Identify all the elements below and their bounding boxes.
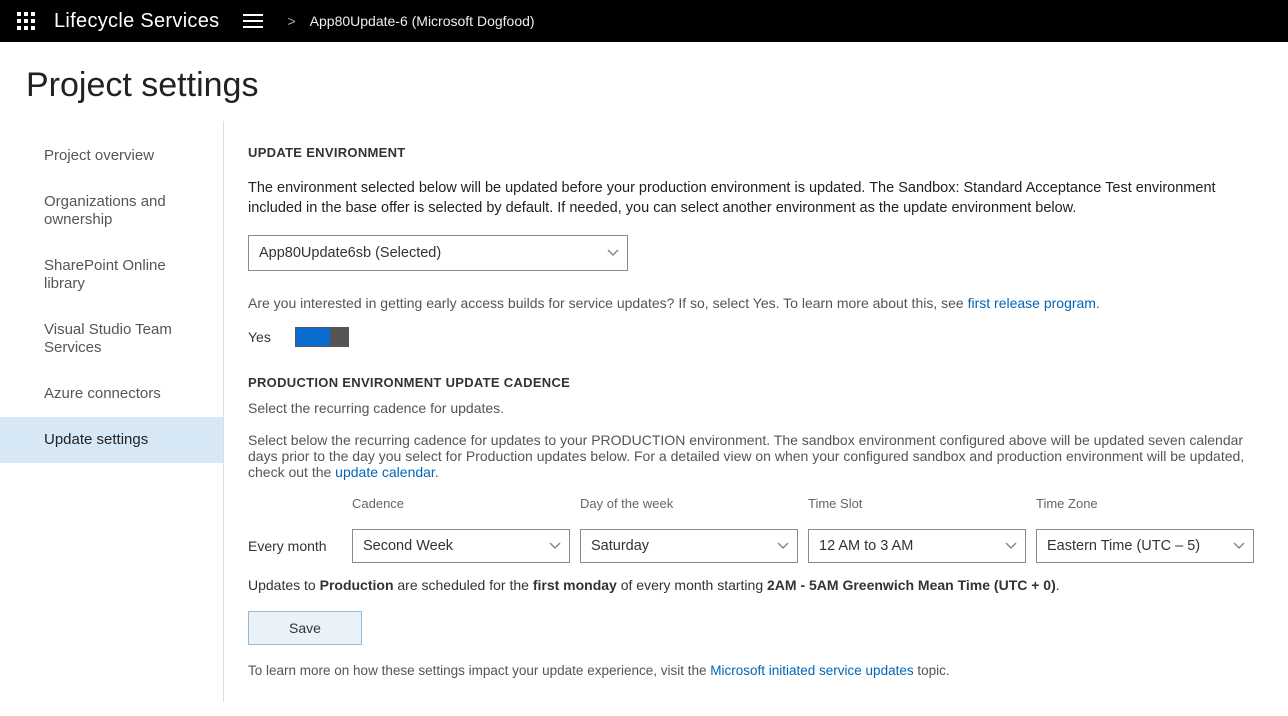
breadcrumb-separator: > <box>287 13 295 29</box>
chevron-down-icon <box>1233 542 1245 550</box>
timeslot-label: Time Slot <box>808 496 1026 511</box>
toggle-knob <box>296 328 330 346</box>
day-select[interactable]: Saturday <box>580 529 798 563</box>
chevron-down-icon <box>549 542 561 550</box>
footer-note: To learn more on how these settings impa… <box>248 663 1264 678</box>
environment-select-value: App80Update6sb (Selected) <box>259 245 441 261</box>
timeslot-select[interactable]: 12 AM to 3 AM <box>808 529 1026 563</box>
sidebar-item-vsts[interactable]: Visual Studio Team Services <box>0 307 223 371</box>
hamburger-button[interactable] <box>237 5 269 37</box>
sidebar-item-sharepoint[interactable]: SharePoint Online library <box>0 243 223 307</box>
page-title: Project settings <box>0 42 1288 121</box>
cadence-labels-row: Cadence Day of the week Time Slot Time Z… <box>248 496 1264 515</box>
sidebar-item-update-settings[interactable]: Update settings <box>0 417 223 463</box>
timezone-value: Eastern Time (UTC – 5) <box>1047 538 1200 554</box>
cadence-intro: Select the recurring cadence for updates… <box>248 400 1264 416</box>
environment-select[interactable]: App80Update6sb (Selected) <box>248 235 628 271</box>
app-title: Lifecycle Services <box>54 10 219 33</box>
waffle-icon <box>17 12 35 30</box>
toggle-label: Yes <box>248 329 271 345</box>
chevron-down-icon <box>777 542 789 550</box>
sidebar-item-organizations[interactable]: Organizations and ownership <box>0 179 223 243</box>
main-content: UPDATE ENVIRONMENT The environment selec… <box>224 121 1288 702</box>
sidebar: Project overview Organizations and owner… <box>0 121 224 702</box>
early-access-text: Are you interested in getting early acce… <box>248 295 1264 311</box>
cadence-select[interactable]: Second Week <box>352 529 570 563</box>
app-launcher-button[interactable] <box>10 5 42 37</box>
hamburger-icon <box>243 14 263 28</box>
timeslot-value: 12 AM to 3 AM <box>819 538 913 554</box>
cadence-value: Second Week <box>363 538 453 554</box>
section-head-cadence: PRODUCTION ENVIRONMENT UPDATE CADENCE <box>248 375 1264 390</box>
day-value: Saturday <box>591 538 649 554</box>
early-access-toggle[interactable] <box>295 327 349 347</box>
timezone-label: Time Zone <box>1036 496 1254 511</box>
day-label: Day of the week <box>580 496 798 511</box>
cadence-selectors-row: Every month Second Week Saturday 12 AM t… <box>248 529 1264 563</box>
breadcrumb-project[interactable]: App80Update-6 (Microsoft Dogfood) <box>310 13 535 29</box>
cadence-label: Cadence <box>352 496 570 511</box>
service-updates-link[interactable]: Microsoft initiated service updates <box>710 663 913 678</box>
section-head-update-environment: UPDATE ENVIRONMENT <box>248 145 1264 160</box>
every-month-label: Every month <box>248 529 352 563</box>
early-access-toggle-row: Yes <box>248 327 1264 347</box>
update-environment-description: The environment selected below will be u… <box>248 178 1264 219</box>
content-wrap: Project overview Organizations and owner… <box>0 121 1288 702</box>
timezone-select[interactable]: Eastern Time (UTC – 5) <box>1036 529 1254 563</box>
top-bar: Lifecycle Services > App80Update-6 (Micr… <box>0 0 1288 42</box>
schedule-summary: Updates to Production are scheduled for … <box>248 577 1264 593</box>
cadence-description: Select below the recurring cadence for u… <box>248 432 1264 480</box>
update-calendar-link[interactable]: update calendar <box>335 464 435 480</box>
chevron-down-icon <box>607 249 619 257</box>
chevron-down-icon <box>1005 542 1017 550</box>
sidebar-item-project-overview[interactable]: Project overview <box>0 133 223 179</box>
sidebar-item-azure-connectors[interactable]: Azure connectors <box>0 371 223 417</box>
first-release-program-link[interactable]: first release program <box>968 295 1096 311</box>
save-button[interactable]: Save <box>248 611 362 645</box>
